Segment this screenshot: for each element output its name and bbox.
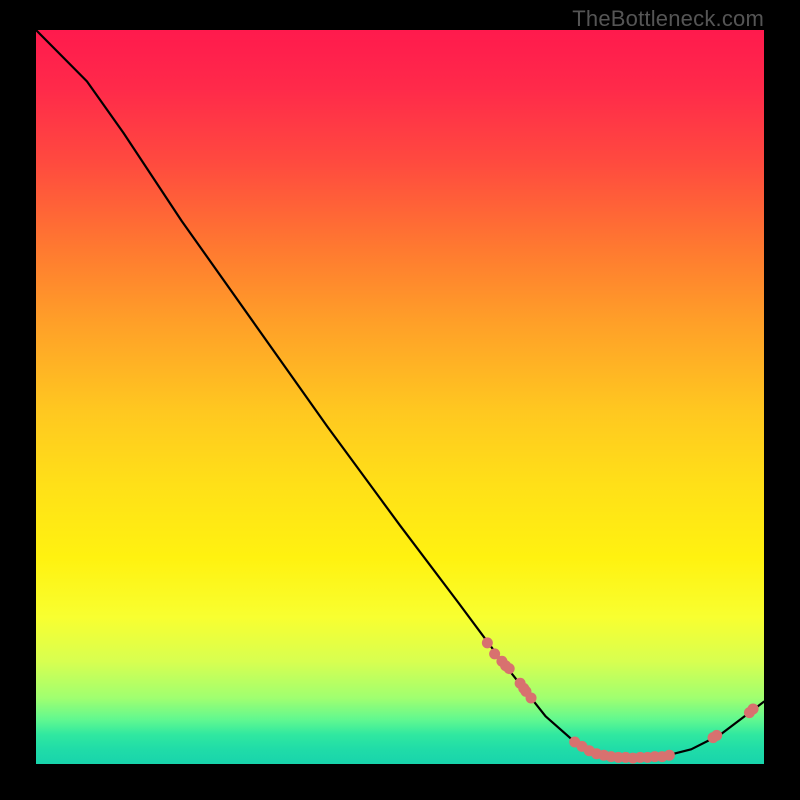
data-marker	[504, 663, 515, 674]
data-marker	[711, 730, 722, 741]
data-markers	[482, 637, 759, 763]
watermark-text: TheBottleneck.com	[572, 6, 764, 32]
chart-container: TheBottleneck.com	[0, 0, 800, 800]
data-marker	[748, 703, 759, 714]
data-marker	[526, 692, 537, 703]
curve-layer	[36, 30, 764, 764]
data-marker	[482, 637, 493, 648]
bottleneck-curve	[36, 30, 764, 758]
data-marker	[664, 750, 675, 761]
